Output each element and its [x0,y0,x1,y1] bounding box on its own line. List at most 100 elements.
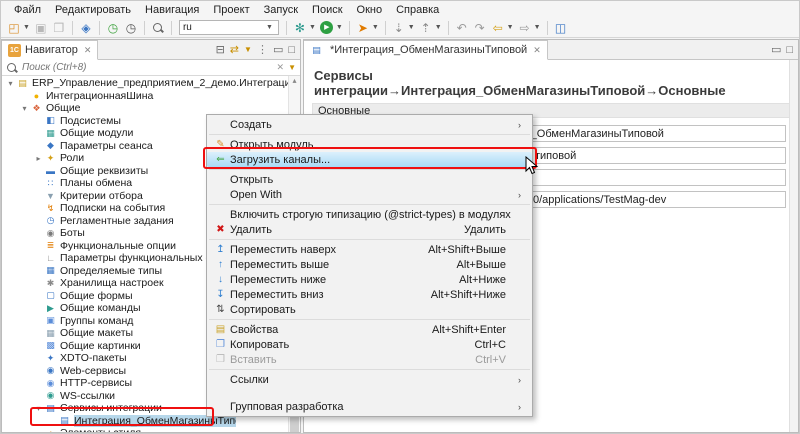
tree-item-label: HTTP-сервисы [60,377,132,390]
tree-item[interactable]: ▾❖Общие [2,102,288,115]
filter-icon[interactable]: ▼ [244,45,252,54]
chevron-down-icon[interactable]: ▼ [435,24,442,31]
maximize-icon[interactable]: □ [786,44,793,56]
menu-item-label: Переместить ниже [230,274,459,286]
navigator-1c-icon: 1С [8,44,21,57]
run-icon[interactable]: ▶ [319,20,335,36]
menu-item-label: Создать [230,119,518,131]
chevron-down-icon[interactable]: ▼ [534,24,541,31]
context-menu-item-delete[interactable]: ✖УдалитьУдалить [207,222,532,237]
context-menu-item-open[interactable]: Открыть [207,172,532,187]
back-icon[interactable]: ⇦ [490,20,506,36]
update-db-config-icon[interactable]: ◈ [78,20,94,36]
app-window: ФайлРедактироватьНавигацияПроектЗапускПо… [0,0,800,434]
new-wizard-icon[interactable]: ◰ [6,20,22,36]
context-menu-item-move-top[interactable]: ↥Переместить наверхAlt+Shift+Выше [207,242,532,257]
last-edit-back-icon[interactable]: ↶ [454,20,470,36]
profile-up-icon[interactable]: ⇡ [418,20,434,36]
navigator-tab[interactable]: 1С Навигатор ✕ [2,40,98,60]
menu-item-label: Свойства [230,324,432,336]
language-combo[interactable]: ru▼ [179,20,279,35]
menu-2[interactable]: Навигация [138,3,206,17]
context-menu-item-references[interactable]: Ссылки› [207,372,532,387]
debug-icon[interactable]: ✻ [292,20,308,36]
profile-down-icon[interactable]: ⇣ [391,20,407,36]
session-parameters-icon: ◆ [44,140,57,151]
menu-5[interactable]: Поиск [305,3,349,17]
tree-item-label: Общие картинки [60,340,141,353]
close-icon[interactable]: ✕ [84,45,92,56]
last-edit-forward-icon[interactable]: ↷ [472,20,488,36]
menu-item-label: Групповая разработка [230,401,518,413]
menu-7[interactable]: Справка [389,3,446,17]
expander-icon[interactable]: ▾ [5,79,16,88]
chevron-down-icon[interactable]: ▼ [408,24,415,31]
expander-icon[interactable]: ▾ [33,404,44,413]
context-menu-item-move-down[interactable]: ↓Переместить нижеAlt+Ниже [207,272,532,287]
save-all-icon[interactable]: ❐ [51,20,67,36]
chevron-down-icon[interactable]: ▼ [309,24,316,31]
close-icon[interactable]: ✕ [533,45,541,56]
menu-6[interactable]: Окно [350,3,390,17]
settings-storages-icon: ✱ [44,278,57,289]
menu-3[interactable]: Проект [206,3,256,17]
context-menu-item-create[interactable]: Создать› [207,117,532,132]
context-menu-item-load-channels[interactable]: ⇐Загрузить каналы... [207,152,532,167]
clear-search-icon[interactable]: ✕ [277,62,285,73]
minimize-icon[interactable]: ▭ [273,43,283,56]
scheduled-run-icon[interactable]: ◷ [105,20,121,36]
chevron-down-icon: ▼ [266,24,273,31]
menu-gap [207,387,532,399]
chevron-down-icon[interactable]: ▼ [336,24,343,31]
tree-item[interactable]: ●ИнтеграционнаяШина [2,90,288,103]
context-menu-item-team-development[interactable]: Групповая разработка› [207,399,532,414]
editor-scrollbar[interactable] [789,60,798,432]
launch-icon[interactable]: ➤ [355,20,371,36]
menu-0[interactable]: Файл [7,3,48,17]
forward-icon[interactable]: ⇨ [517,20,533,36]
menu-item-accelerator: Alt+Shift+Ниже [431,289,518,301]
tree-item-label: Группы команд [60,315,133,328]
context-menu-item-open-module[interactable]: ✎Открыть модуль [207,137,532,152]
tree-item-label: Общие команды [60,302,141,315]
search-input[interactable] [22,62,273,73]
menu-item-label: Копировать [230,339,475,351]
context-menu-item-properties[interactable]: ▤СвойстваAlt+Shift+Enter [207,322,532,337]
collapse-all-icon[interactable]: ⊟ [216,43,225,56]
context-menu-item-move-bottom[interactable]: ↧Переместить внизAlt+Shift+Ниже [207,287,532,302]
menu-item-label: Ссылки [230,374,518,386]
maximize-icon[interactable]: □ [288,44,295,56]
submenu-arrow-icon: › [518,190,530,200]
editor-tab[interactable]: ▤ *Интеграция_ОбменМагазиныТиповой ✕ [304,40,548,60]
view-menu-icon[interactable]: ⋮ [257,43,268,56]
bots-icon: ◉ [44,228,57,239]
navigator-search: ✕ ▼ [2,60,300,76]
menu-1[interactable]: Редактировать [48,3,138,17]
minimize-icon[interactable]: ▭ [771,43,781,56]
context-menu-item-paste[interactable]: ❐ВставитьCtrl+V [207,352,532,367]
context-menu-item-open-with[interactable]: Open With› [207,187,532,202]
chevron-down-icon[interactable]: ▼ [23,24,30,31]
copy-icon: ❐ [211,339,230,350]
save-icon[interactable]: ▣ [33,20,49,36]
delete-icon: ✖ [211,224,230,235]
chevron-down-icon[interactable]: ▼ [288,63,296,72]
context-menu-item-copy[interactable]: ❐КопироватьCtrl+C [207,337,532,352]
tree-item[interactable]: ◕Элементы стиля [2,427,288,432]
context-menu-item-enable-strict-types[interactable]: Включить строгую типизацию (@strict-type… [207,207,532,222]
context-menu-item-sort[interactable]: ⇅Сортировать [207,302,532,317]
link-with-editor-icon[interactable]: ⇄ [230,43,239,56]
move-up-icon: ↑ [211,259,230,270]
tree-item[interactable]: ▾▤ERP_Управление_предприятием_2_демо.Инт… [2,77,288,90]
chevron-down-icon[interactable]: ▼ [372,24,379,31]
search-icon[interactable] [150,20,166,36]
expander-icon[interactable]: ▸ [33,154,44,163]
chevron-down-icon[interactable]: ▼ [507,24,514,31]
submenu-arrow-icon: › [518,120,530,130]
menu-4[interactable]: Запуск [257,3,305,17]
clock-icon[interactable]: ◷ [123,20,139,36]
context-menu-item-move-up[interactable]: ↑Переместить вышеAlt+Выше [207,257,532,272]
expander-icon[interactable]: ▾ [19,104,30,113]
menu-separator [207,237,532,242]
open-perspective-icon[interactable]: ◫ [553,20,569,36]
